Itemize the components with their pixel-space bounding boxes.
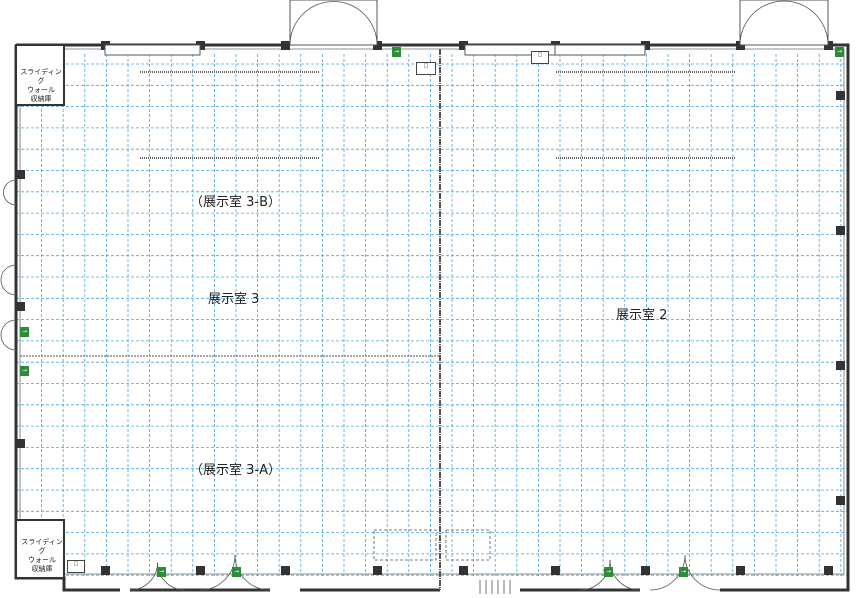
column: [459, 566, 468, 575]
equipment-box: □: [67, 560, 85, 573]
exit-sign-icon: →: [232, 567, 241, 577]
column: [641, 566, 650, 575]
column: [836, 496, 845, 505]
window-frame: [104, 44, 201, 56]
door-swing: [3, 179, 17, 193]
column: [836, 226, 845, 235]
room-label-3b: （展示室 3-B）: [190, 195, 282, 210]
door-swing: [199, 554, 236, 591]
storage-label-bottom: スライディング ウォール 収納庫: [21, 538, 63, 573]
floor-plan: [0, 0, 850, 594]
door-swing: [0, 279, 17, 296]
window-frame: [554, 44, 646, 56]
column: [281, 41, 290, 50]
column: [196, 566, 205, 575]
room-label-3a: （展示室 3-A）: [190, 463, 281, 478]
column: [16, 170, 25, 179]
column: [824, 566, 833, 575]
column: [16, 302, 25, 311]
door-swing: [0, 334, 17, 351]
column: [101, 566, 110, 575]
column: [551, 566, 560, 575]
column: [281, 566, 290, 575]
column: [836, 91, 845, 100]
door-swing: [0, 319, 17, 336]
exit-sign-icon: →: [679, 567, 688, 577]
dashed-area: [445, 529, 491, 561]
door-swing: [0, 264, 17, 281]
room-label-3: 展示室 3: [208, 292, 260, 307]
exit-sign-icon: →: [20, 327, 29, 337]
column: [16, 439, 25, 448]
dashed-area: [373, 529, 437, 561]
walls: [14, 41, 850, 592]
exit-sign-icon: →: [835, 47, 844, 57]
exit-sign-icon: →: [20, 366, 29, 376]
column: [736, 566, 745, 575]
grid-lines: [16, 54, 848, 576]
door-swing: [129, 562, 158, 591]
column: [836, 361, 845, 370]
door-vestibule: [289, 0, 378, 46]
exit-sign-icon: →: [604, 567, 613, 577]
exit-sign-icon: →: [157, 567, 166, 577]
outer-wall: [14, 43, 850, 592]
door-vestibule: [739, 0, 829, 46]
storage-label-top: スライディング ウォール 収納庫: [20, 68, 62, 103]
door-swing: [3, 192, 17, 206]
room-label-2: 展示室 2: [616, 308, 668, 323]
door-swing: [684, 554, 721, 591]
plan-details: [0, 0, 829, 594]
column: [373, 566, 382, 575]
exit-sign-icon: →: [392, 47, 401, 57]
equipment-box: □: [416, 62, 436, 75]
equipment-box: □: [531, 51, 549, 64]
